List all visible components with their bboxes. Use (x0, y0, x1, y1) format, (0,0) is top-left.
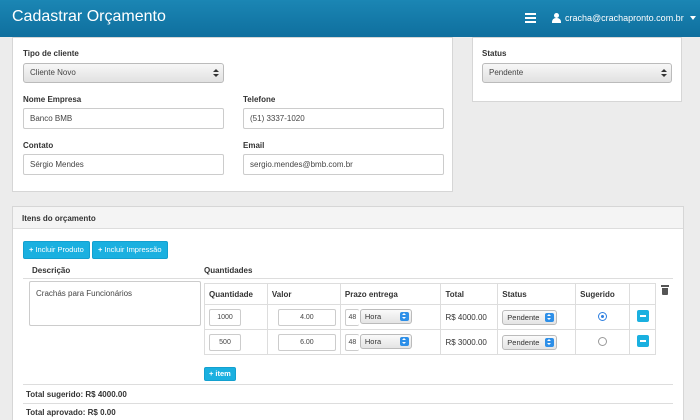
select-arrows-icon (545, 312, 555, 322)
total-aprovado: Total aprovado: R$ 0.00 (26, 408, 116, 417)
quantidade-cell: 500 (204, 329, 268, 355)
total-cell: R$ 4000.00 (440, 304, 499, 330)
incluir-impressao-button[interactable]: + Incluir Impressão (92, 241, 168, 259)
remove-row-button[interactable] (636, 335, 649, 347)
incluir-produto-button[interactable]: + Incluir Produto (23, 241, 90, 259)
incluir-impressao-label: Incluir Impressão (104, 245, 162, 254)
col-actions (629, 283, 656, 305)
valor-input[interactable]: 6.00 (277, 333, 336, 351)
sugerido-cell (575, 329, 631, 355)
status-cell: Pendente (497, 329, 577, 355)
status-cell: Pendente (497, 304, 577, 330)
plus-icon: + (98, 245, 103, 254)
prazo-cell: 48 Hora (339, 304, 442, 330)
user-icon (552, 13, 561, 23)
user-email: cracha@crachapronto.com.br (565, 13, 684, 23)
tipo-cliente-select[interactable]: Cliente Novo (23, 63, 224, 83)
client-form-panel: Tipo de cliente Cliente Novo Nome Empres… (12, 37, 453, 192)
nome-empresa-label: Nome Empresa (23, 95, 82, 104)
sugerido-cell (575, 304, 631, 330)
descricao-label: Descrição (32, 266, 71, 275)
list-menu-icon[interactable] (525, 13, 536, 23)
actions-cell (629, 329, 656, 355)
prazo-input[interactable]: 48 (344, 308, 359, 326)
quantidades-label: Quantidades (204, 266, 253, 275)
row-status-select[interactable]: Pendente (502, 334, 558, 350)
nome-empresa-input[interactable]: Banco BMB (23, 108, 224, 129)
valor-cell: 6.00 (266, 329, 341, 355)
select-arrows-icon (661, 68, 667, 78)
quantities-table: Quantidade Valor Prazo entrega Total Sta… (204, 283, 656, 355)
totals-divider-1 (23, 384, 673, 385)
col-valor: Valor (266, 283, 341, 305)
sugerido-radio[interactable] (598, 311, 608, 321)
add-item-button[interactable]: + item (204, 367, 236, 381)
quantidade-input[interactable]: 500 (209, 333, 241, 351)
select-arrows-icon (213, 68, 219, 78)
quantidade-input[interactable]: 1000 (209, 308, 241, 326)
quantidade-cell: 1000 (204, 304, 268, 330)
status-select[interactable]: Pendente (482, 63, 672, 83)
col-status: Status (497, 283, 577, 305)
prazo-unidade-value: Hora (364, 311, 382, 321)
totals-divider-2 (23, 403, 673, 404)
prazo-unidade-value: Hora (364, 336, 382, 346)
col-sugerido: Sugerido (575, 283, 631, 305)
tipo-cliente-label: Tipo de cliente (23, 49, 79, 58)
row-status-value: Pendente (507, 337, 540, 347)
telefone-label: Telefone (243, 95, 276, 104)
user-menu[interactable]: cracha@crachapronto.com.br (552, 13, 696, 23)
email-input[interactable]: sergio.mendes@bmb.com.br (243, 154, 444, 175)
sugerido-radio[interactable] (598, 336, 608, 346)
total-cell: R$ 3000.00 (440, 329, 499, 355)
prazo-cell: 48 Hora (339, 329, 442, 355)
plus-icon: + (209, 369, 214, 378)
col-total: Total (440, 283, 499, 305)
total-sugerido: Total sugerido: R$ 4000.00 (26, 390, 127, 399)
valor-input[interactable]: 4.00 (277, 308, 336, 326)
status-panel: Status Pendente (472, 37, 682, 102)
select-arrows-icon (399, 336, 409, 346)
chevron-down-icon (689, 16, 696, 20)
top-bar: Cadastrar Orçamento cracha@crachapronto.… (0, 0, 700, 37)
table-row: 500 6.00 48 Hora R$ 3000.00 Pendente (204, 329, 656, 355)
email-label: Email (243, 141, 265, 150)
items-header: Itens do orçamento (13, 207, 683, 229)
descricao-value: Crachás para Funcionários (36, 289, 133, 298)
actions-cell (629, 304, 656, 330)
prazo-input[interactable]: 48 (344, 333, 359, 351)
table-row: 1000 4.00 48 Hora R$ 4000.00 Pendente (204, 304, 656, 330)
prazo-unidade-select[interactable]: Hora (359, 333, 412, 349)
col-prazo: Prazo entrega (339, 283, 442, 305)
col-quantidade: Quantidade (204, 283, 268, 305)
descricao-textarea[interactable]: Crachás para Funcionários (29, 281, 201, 326)
contato-label: Contato (23, 141, 54, 150)
page-title: Cadastrar Orçamento (12, 8, 166, 25)
prazo-unidade-select[interactable]: Hora (359, 308, 412, 324)
add-item-label: item (215, 369, 231, 378)
row-status-value: Pendente (507, 312, 540, 322)
items-panel: Itens do orçamento + Incluir Produto + Inc… (12, 206, 684, 420)
contato-input[interactable]: Sérgio Mendes (23, 154, 224, 175)
telefone-input[interactable]: (51) 3337-1020 (243, 108, 444, 129)
items-divider (23, 278, 673, 279)
valor-cell: 4.00 (266, 304, 341, 330)
select-arrows-icon (399, 311, 409, 321)
incluir-produto-label: Incluir Produto (35, 245, 84, 254)
remove-row-button[interactable] (636, 310, 649, 322)
plus-icon: + (29, 245, 34, 254)
select-arrows-icon (545, 337, 555, 347)
status-value: Pendente (489, 68, 524, 77)
status-label: Status (482, 49, 507, 58)
row-status-select[interactable]: Pendente (502, 309, 558, 325)
trash-icon[interactable] (661, 285, 669, 295)
tipo-cliente-value: Cliente Novo (30, 68, 76, 77)
